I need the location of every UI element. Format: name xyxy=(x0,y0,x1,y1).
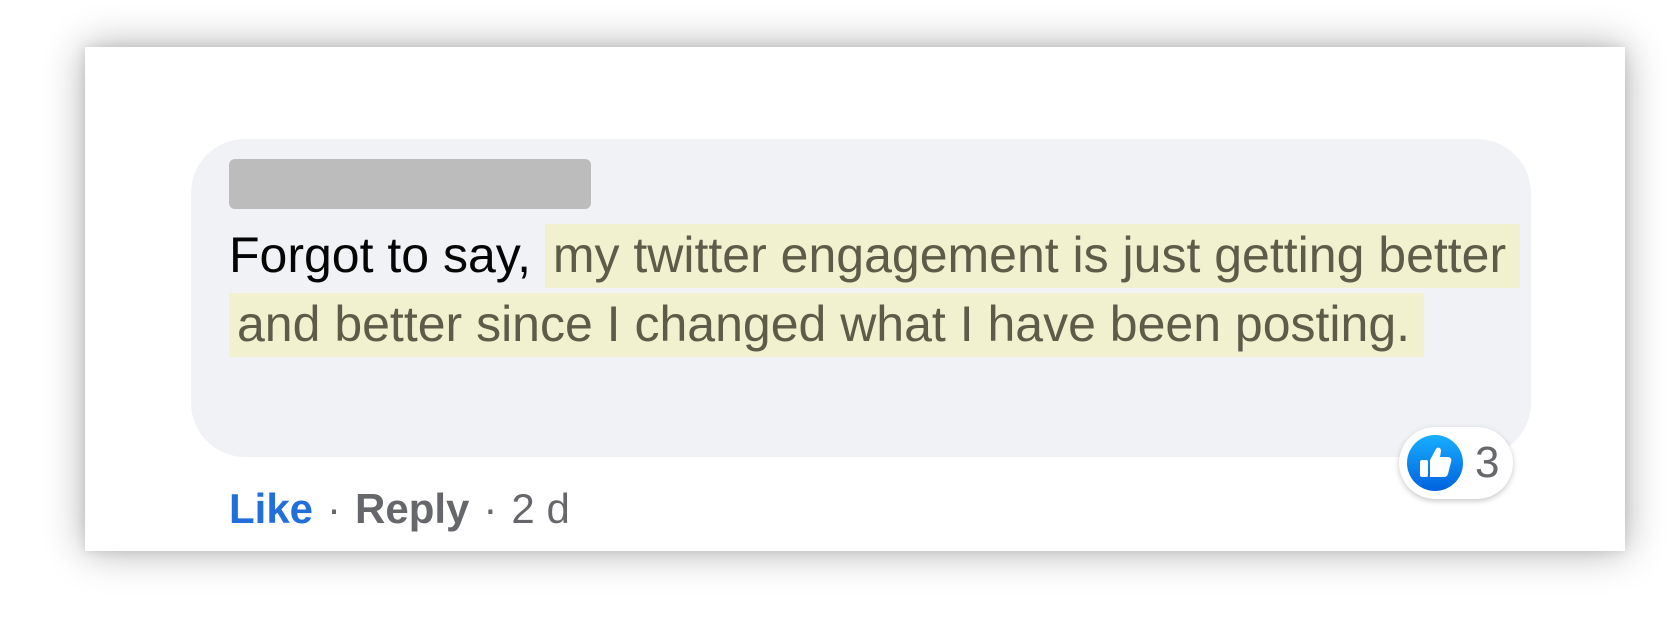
action-separator: · xyxy=(483,485,498,532)
comment-text-plain: Forgot to say, xyxy=(229,227,545,283)
reply-button[interactable]: Reply xyxy=(355,485,469,533)
comment-actions: Like · Reply · 2 d xyxy=(229,485,570,533)
comment-timestamp[interactable]: 2 d xyxy=(511,485,569,533)
reaction-count: 3 xyxy=(1475,438,1500,487)
like-button[interactable]: Like xyxy=(229,485,313,533)
comment-card: Forgot to say, my twitter engagement is … xyxy=(85,47,1625,551)
author-name-redacted[interactable] xyxy=(229,159,591,209)
screenshot-stage: Forgot to say, my twitter engagement is … xyxy=(0,0,1666,621)
action-separator: · xyxy=(327,485,342,532)
reaction-summary[interactable]: 3 xyxy=(1399,427,1514,499)
comment-bubble: Forgot to say, my twitter engagement is … xyxy=(191,139,1531,457)
thumbs-up-icon xyxy=(1407,435,1463,491)
comment-text: Forgot to say, my twitter engagement is … xyxy=(229,221,1521,359)
